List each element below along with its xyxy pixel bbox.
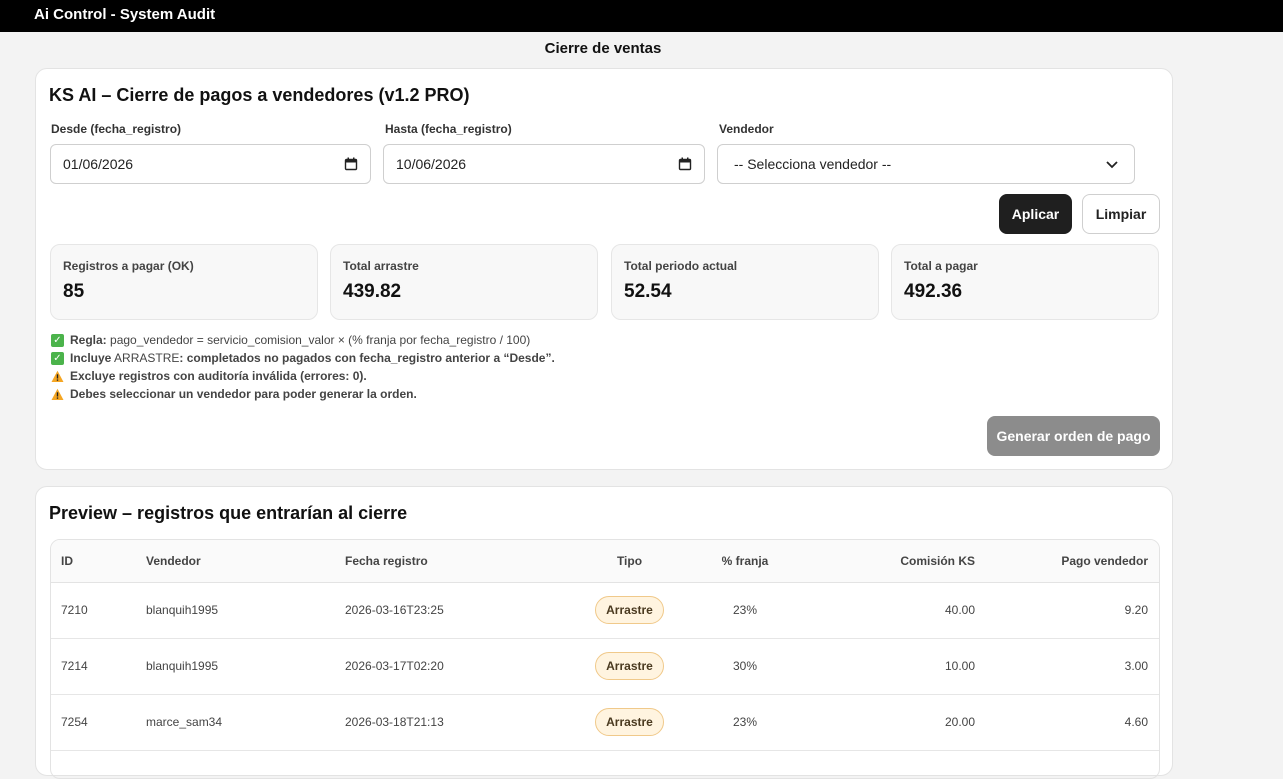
cell-fecha: 2026-03-16T23:25 — [345, 582, 564, 639]
tipo-badge: Arrastre — [595, 708, 664, 736]
table-row — [51, 750, 1159, 778]
note-bold: : completados no pagados con fecha_regis… — [179, 351, 555, 365]
col-franja: % franja — [695, 540, 795, 583]
note-bold: Excluye registros con auditoría inválida… — [70, 369, 367, 383]
cell-comision: 10.00 — [795, 638, 975, 695]
cell-pago: 4.60 — [975, 694, 1159, 751]
stat-label: Registros a pagar (OK) — [63, 259, 194, 273]
note-vendedor-required: Debes seleccionar un vendedor para poder… — [51, 385, 555, 403]
stat-value: 492.36 — [904, 281, 963, 302]
calendar-icon[interactable] — [344, 157, 358, 171]
stat-periodo: Total periodo actual 52.54 — [611, 244, 879, 320]
cell-id: 7214 — [51, 638, 146, 695]
note-arrastre: ✓ Incluye ARRASTRE : completados no paga… — [51, 349, 555, 367]
col-vendedor: Vendedor — [146, 540, 345, 583]
vendedor-label: Vendedor — [719, 122, 774, 136]
desde-value: 01/06/2026 — [63, 156, 134, 172]
table-row: 7254 marce_sam34 2026-03-18T21:13 Arrast… — [51, 694, 1159, 751]
cell-vendedor: blanquih1995 — [146, 638, 345, 695]
cell-tipo: Arrastre — [564, 638, 695, 695]
col-tipo: Tipo — [564, 540, 695, 583]
stat-value: 439.82 — [343, 281, 402, 302]
col-pago: Pago vendedor — [975, 540, 1159, 583]
cell-vendedor: blanquih1995 — [146, 582, 345, 639]
note-text: ARRASTRE — [111, 351, 180, 365]
cell-id: 7210 — [51, 582, 146, 639]
stat-label: Total a pagar — [904, 259, 978, 273]
desde-date-input[interactable]: 01/06/2026 — [50, 144, 371, 184]
cierre-title: KS AI – Cierre de pagos a vendedores (v1… — [49, 85, 470, 105]
hasta-date-input[interactable]: 10/06/2026 — [383, 144, 705, 184]
hasta-value: 10/06/2026 — [396, 156, 467, 172]
stat-total: Total a pagar 492.36 — [891, 244, 1159, 320]
vendedor-selected: -- Selecciona vendedor -- — [734, 156, 892, 172]
table-row-partial — [51, 750, 1159, 778]
cell-id: 7254 — [51, 694, 146, 751]
table-header-row: ID Vendedor Fecha registro Tipo % franja… — [51, 540, 1159, 583]
cell-tipo: Arrastre — [564, 694, 695, 751]
warning-icon — [51, 388, 64, 401]
table-row: 7214 blanquih1995 2026-03-17T02:20 Arras… — [51, 638, 1159, 695]
preview-title: Preview – registros que entrarían al cie… — [49, 503, 408, 523]
note-rule: ✓ Regla: pago_vendedor = servicio_comisi… — [51, 331, 555, 349]
cierre-card: KS AI – Cierre de pagos a vendedores (v1… — [35, 68, 1173, 470]
tipo-badge: Arrastre — [595, 596, 664, 624]
table-row: 7210 blanquih1995 2026-03-16T23:25 Arras… — [51, 582, 1159, 639]
warning-icon — [51, 370, 64, 383]
stat-arrastre: Total arrastre 439.82 — [330, 244, 598, 320]
note-bold: Incluye — [70, 351, 112, 365]
apply-button[interactable]: Aplicar — [999, 194, 1072, 234]
generate-order-button[interactable]: Generar orden de pago — [987, 416, 1160, 456]
col-fecha: Fecha registro — [345, 540, 564, 583]
stat-value: 85 — [63, 281, 85, 302]
stat-label: Total arrastre — [343, 259, 419, 273]
cell-comision: 20.00 — [795, 694, 975, 751]
app-title-bar: Ai Control - System Audit — [0, 0, 1283, 32]
desde-label: Desde (fecha_registro) — [51, 122, 182, 136]
check-icon: ✓ — [51, 333, 64, 347]
cell-comision: 40.00 — [795, 582, 975, 639]
tipo-badge: Arrastre — [595, 652, 664, 680]
cell-tipo: Arrastre — [564, 582, 695, 639]
cell-fecha: 2026-03-18T21:13 — [345, 694, 564, 751]
check-icon: ✓ — [51, 351, 64, 365]
vendedor-select[interactable]: -- Selecciona vendedor -- — [717, 144, 1135, 184]
cell-franja: 23% — [695, 582, 795, 639]
rules-notes: ✓ Regla: pago_vendedor = servicio_comisi… — [51, 331, 555, 403]
note-excluye: Excluye registros con auditoría inválida… — [51, 367, 555, 385]
note-bold: Debes seleccionar un vendedor para poder… — [70, 387, 417, 401]
hasta-label: Hasta (fecha_registro) — [385, 122, 512, 136]
cell-fecha: 2026-03-17T02:20 — [345, 638, 564, 695]
note-bold: Regla: — [70, 333, 107, 347]
cell-pago: 3.00 — [975, 638, 1159, 695]
preview-table: ID Vendedor Fecha registro Tipo % franja… — [50, 539, 1160, 779]
stat-value: 52.54 — [624, 281, 672, 302]
cell-franja: 30% — [695, 638, 795, 695]
col-id: ID — [51, 540, 146, 583]
col-comision: Comisión KS — [795, 540, 975, 583]
chevron-down-icon — [1106, 156, 1118, 172]
calendar-icon[interactable] — [678, 157, 692, 171]
stat-label: Total periodo actual — [624, 259, 738, 273]
clear-button[interactable]: Limpiar — [1082, 194, 1160, 234]
app-title: Ai Control - System Audit — [34, 6, 216, 23]
cell-pago: 9.20 — [975, 582, 1159, 639]
stat-registros: Registros a pagar (OK) 85 — [50, 244, 318, 320]
note-text: pago_vendedor = servicio_comision_valor … — [106, 333, 531, 347]
cell-franja: 23% — [695, 694, 795, 751]
page-title: Cierre de ventas — [544, 40, 662, 57]
cell-vendedor: marce_sam34 — [146, 694, 345, 751]
preview-card: Preview – registros que entrarían al cie… — [35, 486, 1173, 779]
